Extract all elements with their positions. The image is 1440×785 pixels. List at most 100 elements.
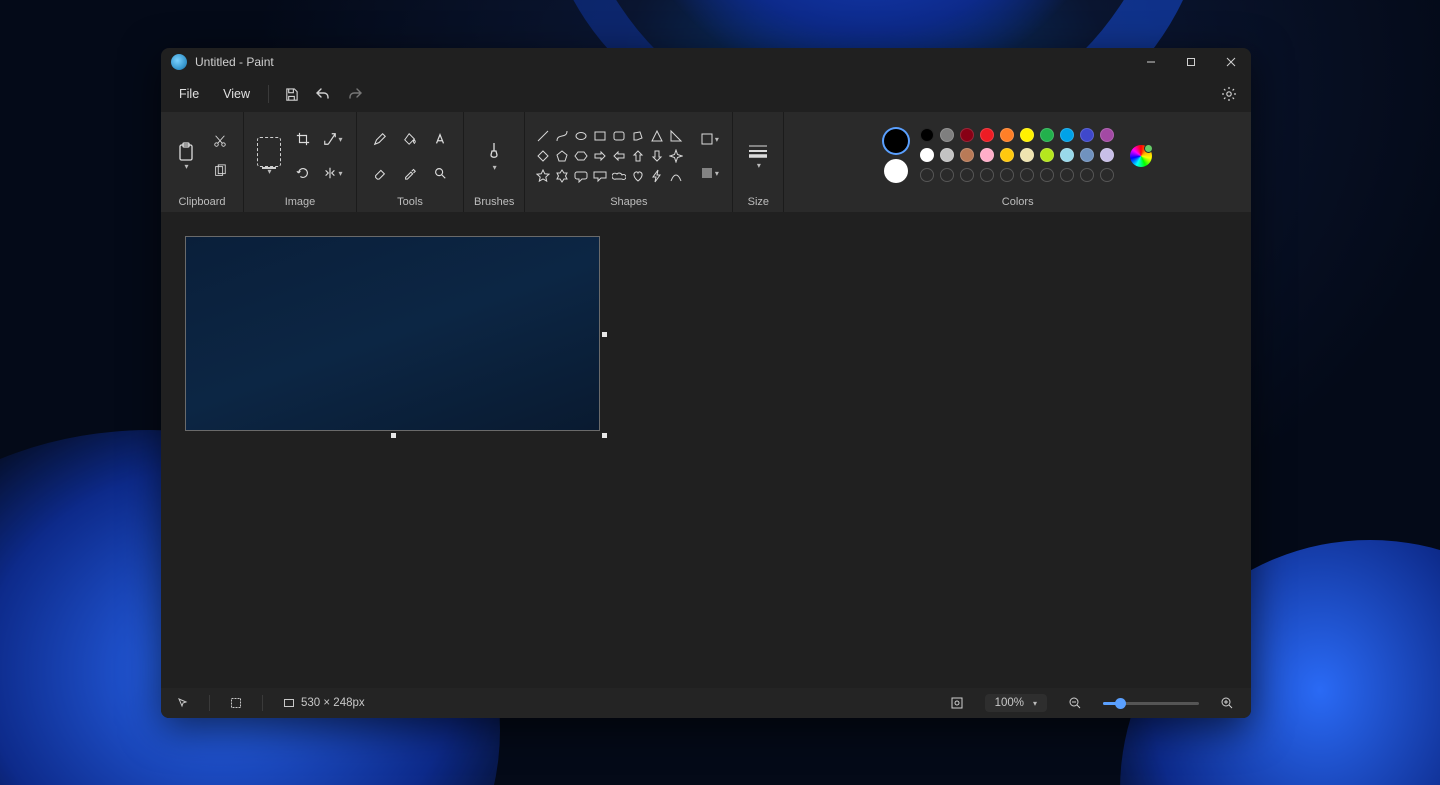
close-button[interactable] bbox=[1211, 48, 1251, 76]
color-swatch[interactable] bbox=[1040, 148, 1054, 162]
canvas[interactable] bbox=[185, 236, 600, 431]
shape-hexagon[interactable] bbox=[573, 148, 589, 164]
shape-arrow-up[interactable] bbox=[630, 148, 646, 164]
shape-rect[interactable] bbox=[592, 128, 608, 144]
color-swatch[interactable] bbox=[1100, 128, 1114, 142]
color-swatch[interactable] bbox=[940, 148, 954, 162]
zoom-level[interactable]: 100% ▾ bbox=[985, 694, 1047, 712]
zoom-slider-knob[interactable] bbox=[1115, 698, 1126, 709]
color-swatch[interactable] bbox=[1020, 128, 1034, 142]
rotate-button[interactable] bbox=[290, 160, 316, 186]
color-swatch[interactable] bbox=[980, 148, 994, 162]
shape-roundrect[interactable] bbox=[611, 128, 627, 144]
color-swatch[interactable] bbox=[960, 148, 974, 162]
shape-oval[interactable] bbox=[573, 128, 589, 144]
color-swatch[interactable] bbox=[980, 168, 994, 182]
shape-triangle[interactable] bbox=[649, 128, 665, 144]
brushes-button[interactable]: ▾ bbox=[479, 136, 509, 176]
shape-fill-button[interactable]: ▾ bbox=[696, 160, 722, 186]
shape-diamond[interactable] bbox=[535, 148, 551, 164]
color-swatch[interactable] bbox=[920, 128, 934, 142]
color2-swatch[interactable] bbox=[884, 159, 908, 183]
maximize-button[interactable] bbox=[1171, 48, 1211, 76]
color-swatch[interactable] bbox=[1080, 168, 1094, 182]
pencil-tool[interactable] bbox=[367, 126, 393, 152]
workspace[interactable] bbox=[161, 212, 1251, 688]
shape-arrow-left[interactable] bbox=[611, 148, 627, 164]
color-swatch[interactable] bbox=[1080, 148, 1094, 162]
zoom-in-button[interactable] bbox=[1213, 689, 1241, 717]
edit-colors-button[interactable] bbox=[1130, 145, 1152, 167]
color-swatch[interactable] bbox=[980, 128, 994, 142]
shape-pentagon[interactable] bbox=[554, 148, 570, 164]
shape-callout-rect[interactable] bbox=[592, 168, 608, 184]
settings-icon[interactable] bbox=[1215, 80, 1243, 108]
zoom-slider[interactable] bbox=[1103, 702, 1199, 705]
shape-heart[interactable] bbox=[630, 168, 646, 184]
color-swatch[interactable] bbox=[1040, 128, 1054, 142]
color-swatch[interactable] bbox=[960, 168, 974, 182]
color-swatch[interactable] bbox=[1000, 128, 1014, 142]
shape-arrow-right[interactable] bbox=[592, 148, 608, 164]
color-swatch[interactable] bbox=[1100, 168, 1114, 182]
color-swatch[interactable] bbox=[1020, 168, 1034, 182]
shape-5star[interactable] bbox=[535, 168, 551, 184]
color-swatch[interactable] bbox=[1060, 128, 1074, 142]
group-tools: Tools bbox=[357, 112, 464, 212]
color-swatch[interactable] bbox=[1100, 148, 1114, 162]
copy-button[interactable] bbox=[207, 158, 233, 184]
color-swatch[interactable] bbox=[920, 168, 934, 182]
group-brushes: ▾ Brushes bbox=[464, 112, 525, 212]
color-swatch[interactable] bbox=[960, 128, 974, 142]
save-icon[interactable] bbox=[277, 80, 305, 108]
color-swatch[interactable] bbox=[940, 128, 954, 142]
color-swatch[interactable] bbox=[1060, 148, 1074, 162]
shape-right-triangle[interactable] bbox=[668, 128, 684, 144]
paste-button[interactable]: ▾ bbox=[171, 136, 201, 176]
shape-arrow-down[interactable] bbox=[649, 148, 665, 164]
color-swatch[interactable] bbox=[920, 148, 934, 162]
shape-line[interactable] bbox=[535, 128, 551, 144]
group-shapes: ▾ ▾ Shapes bbox=[525, 112, 733, 212]
color-picker-tool[interactable] bbox=[397, 160, 423, 186]
flip-button[interactable]: ▾ bbox=[320, 160, 346, 186]
redo-icon[interactable] bbox=[341, 80, 369, 108]
fill-tool[interactable] bbox=[397, 126, 423, 152]
shape-polygon[interactable] bbox=[630, 128, 646, 144]
color-swatch[interactable] bbox=[940, 168, 954, 182]
select-button[interactable]: ▾ bbox=[254, 136, 284, 176]
color-swatch[interactable] bbox=[1040, 168, 1054, 182]
resize-handle-se[interactable] bbox=[602, 433, 607, 438]
menu-file[interactable]: File bbox=[169, 83, 209, 105]
menu-view[interactable]: View bbox=[213, 83, 260, 105]
color-swatch[interactable] bbox=[1000, 148, 1014, 162]
magnifier-tool[interactable] bbox=[427, 160, 453, 186]
shape-6star[interactable] bbox=[554, 168, 570, 184]
size-button[interactable]: ▾ bbox=[743, 136, 773, 176]
zoom-out-button[interactable] bbox=[1061, 689, 1089, 717]
shape-callout-round[interactable] bbox=[573, 168, 589, 184]
cut-button[interactable] bbox=[207, 128, 233, 154]
shape-curve[interactable] bbox=[554, 128, 570, 144]
shape-lightning[interactable] bbox=[649, 168, 665, 184]
color-swatch[interactable] bbox=[1060, 168, 1074, 182]
shape-outline-button[interactable]: ▾ bbox=[696, 126, 722, 152]
shape-4star[interactable] bbox=[668, 148, 684, 164]
resize-button[interactable]: ▾ bbox=[320, 126, 346, 152]
titlebar[interactable]: Untitled - Paint bbox=[161, 48, 1251, 76]
minimize-button[interactable] bbox=[1131, 48, 1171, 76]
color1-swatch[interactable] bbox=[884, 129, 908, 153]
text-tool[interactable] bbox=[427, 126, 453, 152]
shape-cloud[interactable] bbox=[611, 168, 627, 184]
resize-handle-s[interactable] bbox=[391, 433, 396, 438]
shapes-gallery[interactable] bbox=[535, 128, 684, 184]
undo-icon[interactable] bbox=[309, 80, 337, 108]
fit-to-window-button[interactable] bbox=[943, 689, 971, 717]
eraser-tool[interactable] bbox=[367, 160, 393, 186]
crop-button[interactable] bbox=[290, 126, 316, 152]
color-swatch[interactable] bbox=[1080, 128, 1094, 142]
color-swatch[interactable] bbox=[1000, 168, 1014, 182]
shape-more[interactable] bbox=[668, 168, 684, 184]
color-swatch[interactable] bbox=[1020, 148, 1034, 162]
resize-handle-e[interactable] bbox=[602, 332, 607, 337]
